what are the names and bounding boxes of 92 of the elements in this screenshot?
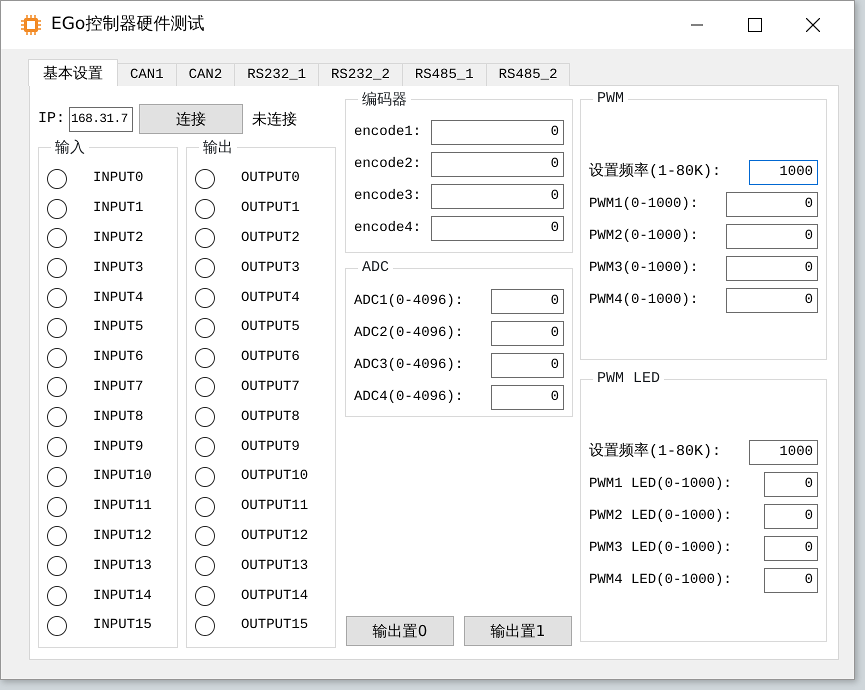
encoder-label: encode3: xyxy=(354,186,422,206)
adc-field[interactable]: 0 xyxy=(491,352,564,378)
channel-label: PWM3(0-1000): xyxy=(589,258,698,278)
output-label: OUTPUT15 xyxy=(241,616,308,636)
channel-field[interactable]: 0 xyxy=(764,504,818,528)
output-label: OUTPUT1 xyxy=(241,199,300,218)
group-title: PWM LED xyxy=(596,370,662,388)
adc-label: ADC2(0-4096): xyxy=(354,324,464,342)
channel-field[interactable]: 0 xyxy=(726,256,818,280)
tab[interactable]: RS485_1 xyxy=(402,63,487,86)
adc-label: ADC1(0-4096): xyxy=(354,292,464,310)
channel-label: PWM2 LED(0-1000): xyxy=(589,506,732,526)
minimize-icon xyxy=(691,24,703,26)
tab[interactable]: CAN2 xyxy=(176,63,236,86)
output-label: OUTPUT7 xyxy=(241,378,300,397)
input-label: INPUT8 xyxy=(93,408,144,427)
frequency-label: 设置频率(1-80K): xyxy=(589,161,722,182)
output-button[interactable]: 输出置0 xyxy=(346,616,454,646)
adc-label: ADC3(0-4096): xyxy=(354,356,464,374)
frequency-label: 设置频率(1-80K): xyxy=(589,441,722,462)
input-label: INPUT1 xyxy=(93,199,144,218)
channel-field[interactable]: 0 xyxy=(726,288,818,312)
adc-field[interactable]: 0 xyxy=(491,384,564,410)
input-label: INPUT12 xyxy=(93,526,152,546)
encoder-label: encode4: xyxy=(354,218,422,238)
output-label: OUTPUT3 xyxy=(241,258,300,278)
encoder-label: encode1: xyxy=(354,122,422,142)
channel-field[interactable]: 0 xyxy=(764,536,818,560)
output-label: OUTPUT12 xyxy=(241,526,308,546)
input-label: INPUT9 xyxy=(93,438,144,457)
input-label: INPUT3 xyxy=(93,258,144,278)
ip-label: IP: xyxy=(38,108,66,129)
window-title: EGo控制器硬件测试 xyxy=(51,13,204,36)
channel-field[interactable]: 0 xyxy=(726,192,818,216)
tab[interactable]: RS485_2 xyxy=(486,63,570,86)
input-label: INPUT6 xyxy=(93,348,144,368)
group-title: 编码器 xyxy=(361,90,408,108)
close-icon xyxy=(806,18,820,32)
output-label: OUTPUT4 xyxy=(241,288,300,308)
output-label: OUTPUT10 xyxy=(241,467,308,486)
maximize-icon xyxy=(748,18,762,32)
encoder-field[interactable]: 0 xyxy=(431,216,564,240)
encoder-label: encode2: xyxy=(354,154,422,174)
encoder-field[interactable]: 0 xyxy=(431,120,564,144)
encoder-field[interactable]: 0 xyxy=(431,152,564,176)
channel-field[interactable]: 0 xyxy=(726,224,818,248)
group-title: PWM xyxy=(596,90,626,108)
output-label: OUTPUT14 xyxy=(241,586,308,606)
ip-field[interactable]: 168.31.7 xyxy=(69,106,134,132)
channel-label: PWM4 LED(0-1000): xyxy=(589,570,732,590)
channel-label: PWM2(0-1000): xyxy=(589,226,698,246)
adc-field[interactable]: 0 xyxy=(491,288,564,314)
group-title: 输出 xyxy=(202,138,234,156)
input-label: INPUT10 xyxy=(93,467,152,486)
tab[interactable]: 基本设置 xyxy=(28,59,118,86)
output-label: OUTPUT6 xyxy=(241,348,300,368)
input-label: INPUT7 xyxy=(93,378,144,397)
input-label: INPUT13 xyxy=(93,556,152,576)
input-label: INPUT2 xyxy=(93,228,144,248)
output-button[interactable]: 输出置1 xyxy=(464,616,572,646)
tab[interactable]: RS232_2 xyxy=(318,63,403,86)
input-label: INPUT0 xyxy=(93,169,144,188)
connection-status: 未连接 xyxy=(252,108,298,130)
tab[interactable]: CAN1 xyxy=(117,63,177,86)
input-label: INPUT15 xyxy=(93,616,152,636)
channel-field[interactable]: 0 xyxy=(764,472,818,496)
channel-label: PWM4(0-1000): xyxy=(589,290,698,310)
output-label: OUTPUT8 xyxy=(241,408,300,427)
tab[interactable]: RS232_1 xyxy=(234,63,320,86)
input-label: INPUT11 xyxy=(93,497,152,516)
input-label: INPUT4 xyxy=(93,288,144,308)
output-label: OUTPUT5 xyxy=(241,318,300,338)
adc-label: ADC4(0-4096): xyxy=(354,388,464,406)
output-label: OUTPUT13 xyxy=(241,556,308,576)
output-label: OUTPUT9 xyxy=(241,438,300,457)
app-icon xyxy=(21,15,41,35)
adc-field[interactable]: 0 xyxy=(491,320,564,346)
frequency-field[interactable]: 1000 xyxy=(749,440,818,464)
output-label: OUTPUT11 xyxy=(241,497,308,516)
channel-label: PWM1 LED(0-1000): xyxy=(589,474,732,494)
group-title: 输入 xyxy=(54,138,86,156)
input-label: INPUT5 xyxy=(93,318,144,338)
frequency-field[interactable]: 1000 xyxy=(749,160,818,184)
channel-label: PWM1(0-1000): xyxy=(589,194,698,214)
group-title: ADC xyxy=(361,259,390,277)
output-label: OUTPUT0 xyxy=(241,169,300,188)
output-label: OUTPUT2 xyxy=(241,228,300,248)
encoder-field[interactable]: 0 xyxy=(431,184,564,208)
channel-label: PWM3 LED(0-1000): xyxy=(589,538,732,558)
input-label: INPUT14 xyxy=(93,586,152,606)
connect-button[interactable]: 连接 xyxy=(139,104,244,134)
channel-field[interactable]: 0 xyxy=(764,568,818,592)
